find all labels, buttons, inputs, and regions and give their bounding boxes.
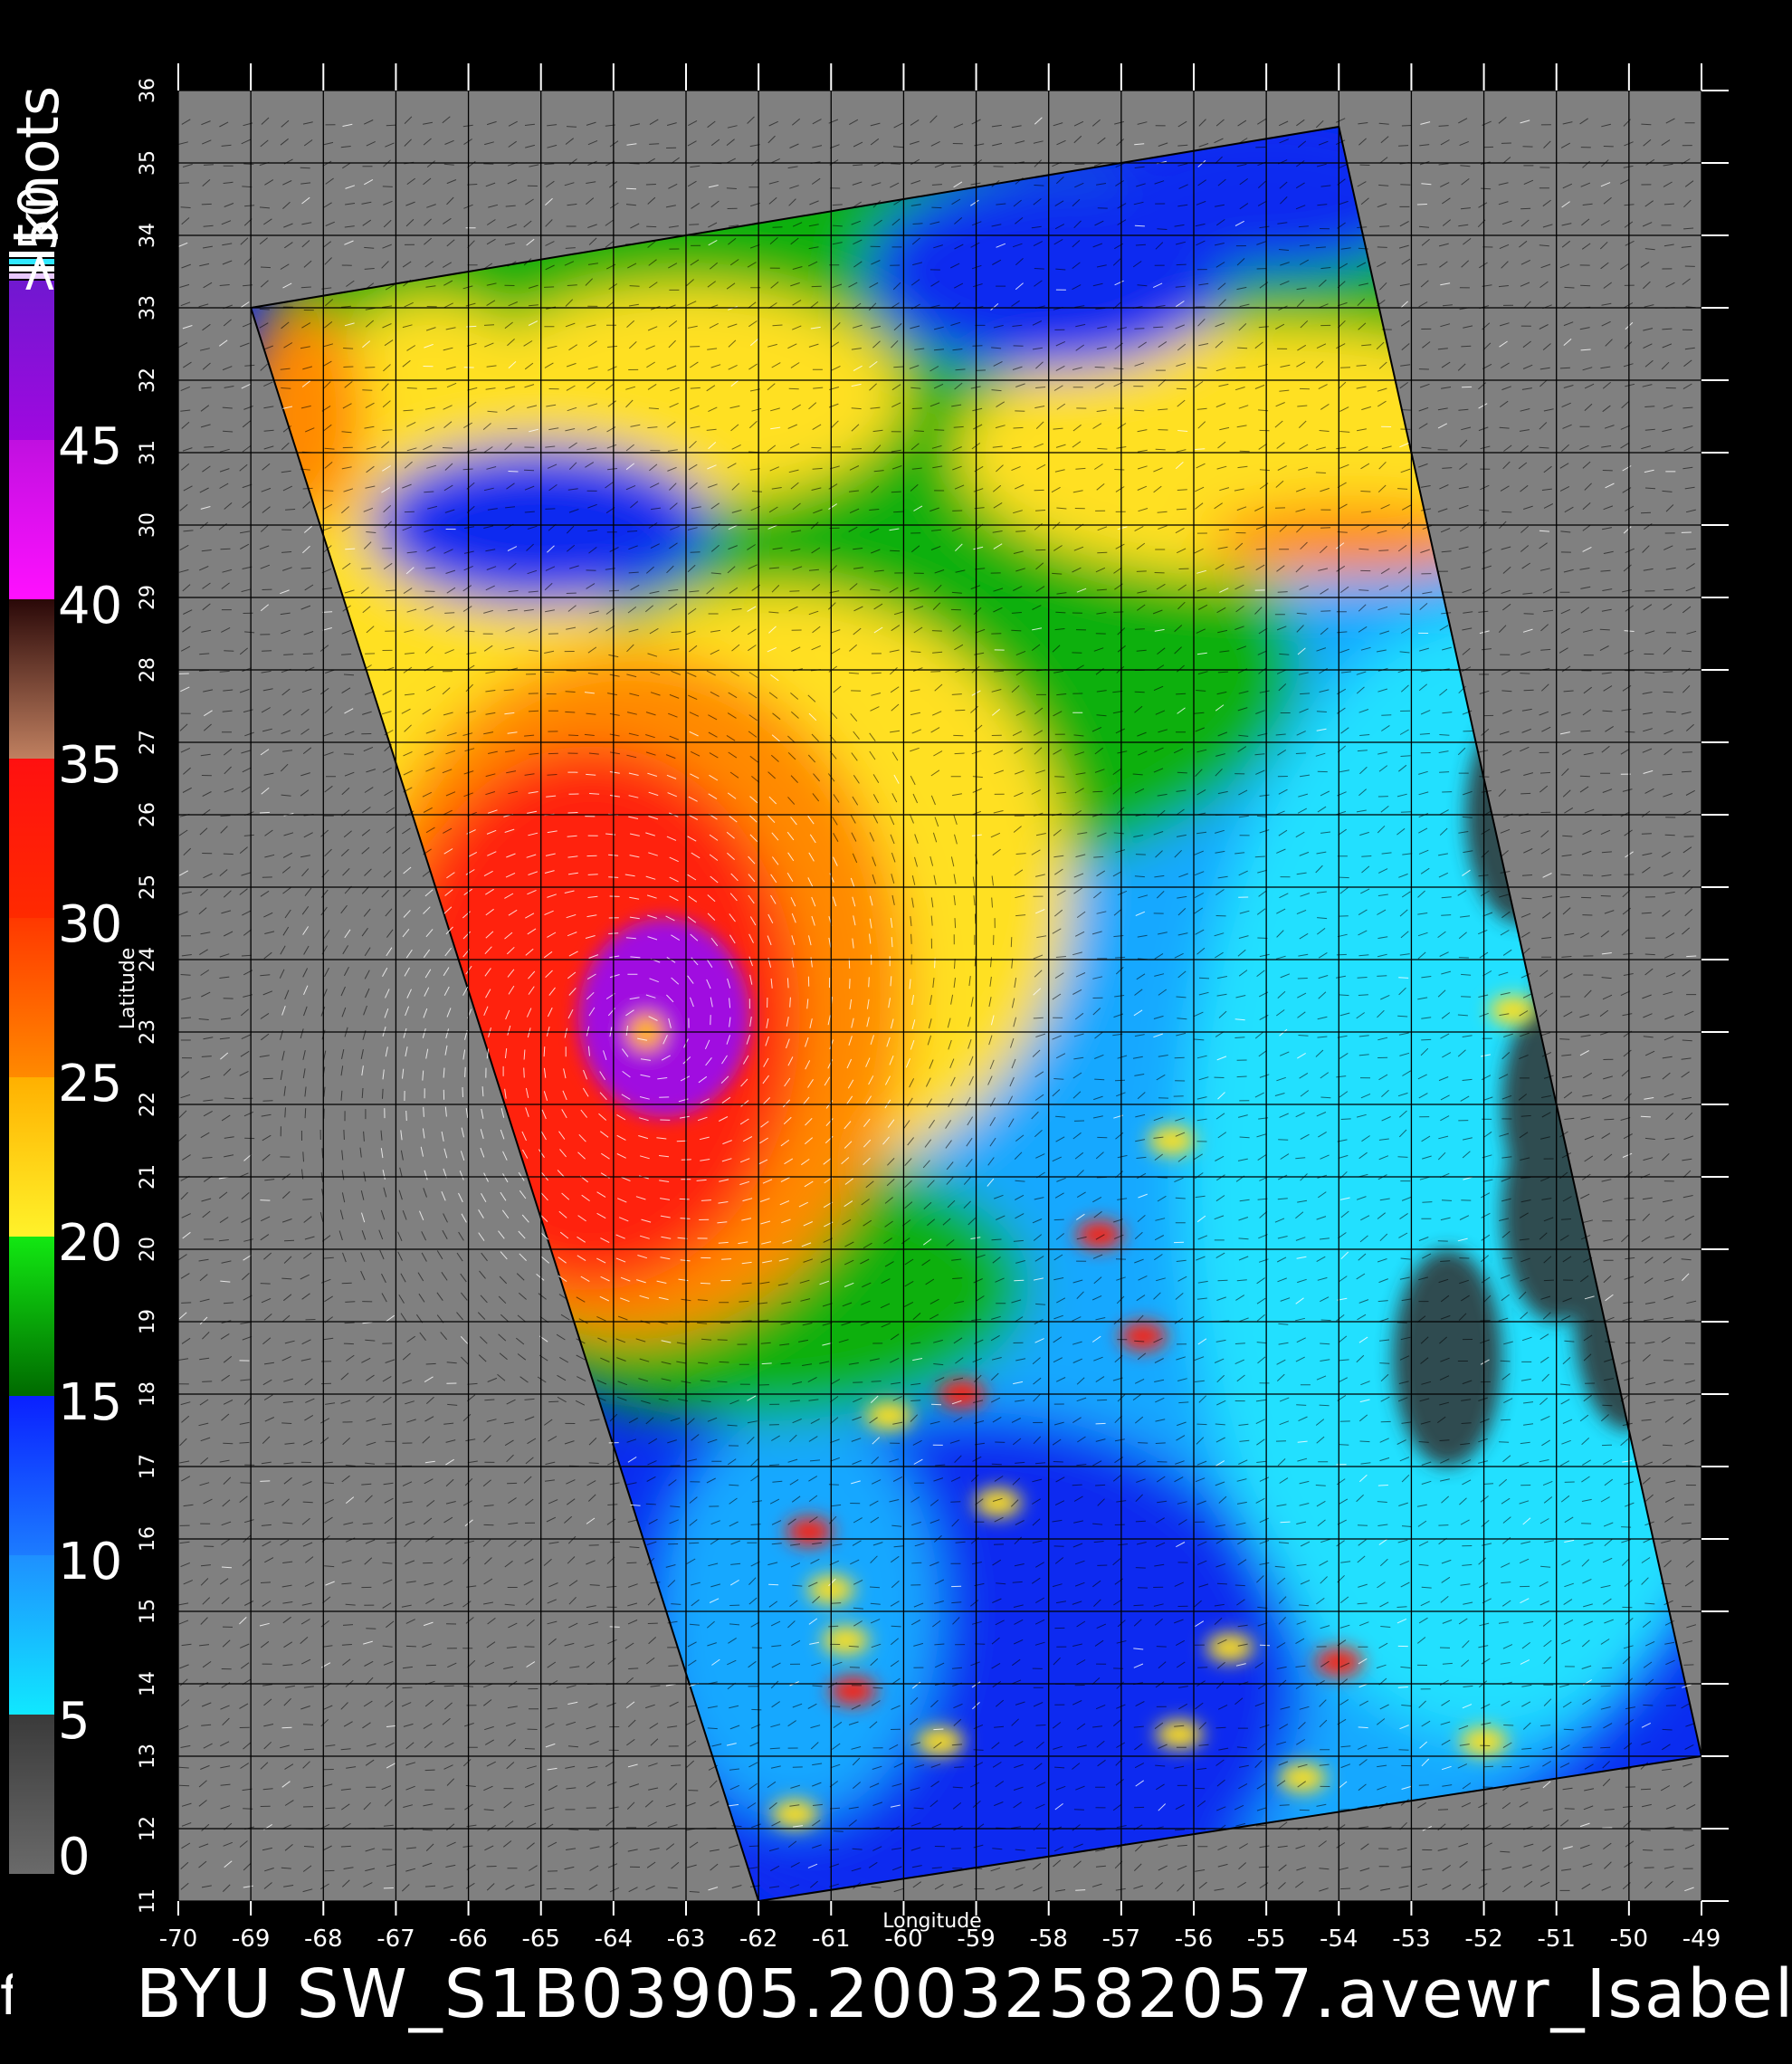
latitude-tick-label: 14 xyxy=(137,1671,159,1696)
latitude-tick-label: 33 xyxy=(137,295,159,320)
colorbar-tick-label: 45 xyxy=(58,417,122,476)
latitude-tick-label: 28 xyxy=(137,657,159,683)
colorbar-segment xyxy=(9,281,54,440)
latitude-tick-label: 36 xyxy=(137,78,159,103)
longitude-tick-label: -69 xyxy=(232,1925,270,1953)
colorbar-top-label: >50 xyxy=(7,185,69,295)
latitude-tick-label: 17 xyxy=(137,1454,159,1479)
latitude-tick-label: 30 xyxy=(137,512,159,538)
colorbar-tick-label: 35 xyxy=(58,736,122,795)
latitude-tick-labels: 11 12 13 14 15 16 17 18 19 20 21 22 23 24 25 26 27 28 29 30… xyxy=(137,78,159,1914)
latitude-tick-label: 31 xyxy=(137,440,159,465)
colorbar-tick-label: 20 xyxy=(58,1214,122,1273)
latitude-tick-label: 35 xyxy=(137,150,159,176)
colorbar-tick-labels: 0 5 10 15 20 25 30 35 40 45 xyxy=(58,417,122,1887)
latitude-tick-label: 32 xyxy=(137,368,159,393)
longitude-tick-label: -61 xyxy=(812,1925,850,1953)
longitude-tick-label: -56 xyxy=(1175,1925,1213,1953)
colorbar-tick-label: 40 xyxy=(58,577,122,635)
latitude-tick-label: 21 xyxy=(137,1164,159,1190)
longitude-tick-label: -63 xyxy=(667,1925,705,1953)
latitude-tick-label: 22 xyxy=(137,1092,159,1117)
longitude-tick-label: -53 xyxy=(1392,1925,1430,1953)
longitude-tick-label: -57 xyxy=(1102,1925,1140,1953)
longitude-tick-label: -68 xyxy=(304,1925,342,1953)
colorbar-tick-label: 25 xyxy=(58,1055,122,1113)
longitude-tick-label: -49 xyxy=(1682,1925,1721,1953)
latitude-tick-label: 15 xyxy=(137,1599,159,1624)
longitude-tick-label: -64 xyxy=(595,1925,633,1953)
latitude-tick-label: 25 xyxy=(137,874,159,900)
latitude-tick-label: 24 xyxy=(137,947,159,972)
colorbar-segment xyxy=(9,1555,54,1715)
colorbar-tick-label: 30 xyxy=(58,895,122,954)
latitude-tick-label: 26 xyxy=(137,802,159,827)
longitude-tick-label: -50 xyxy=(1610,1925,1648,1953)
longitude-tick-label: -54 xyxy=(1320,1925,1358,1953)
latitude-tick-label: 12 xyxy=(137,1816,159,1841)
wind-speed-colorbar xyxy=(9,252,54,1874)
truncated-left-text: f xyxy=(0,1964,13,2028)
colorbar-segment xyxy=(9,440,54,599)
latitude-tick-label: 20 xyxy=(137,1237,159,1262)
colorbar-segment xyxy=(9,918,54,1077)
longitude-tick-label: -62 xyxy=(739,1925,777,1953)
colorbar-segment xyxy=(9,1077,54,1237)
colorbar-tick-label: 5 xyxy=(58,1692,91,1751)
latitude-tick-label: 13 xyxy=(137,1744,159,1769)
y-axis-label: Latitude xyxy=(117,948,139,1030)
scatterometer-wind-map: knots >50 051015202530354045 -70 -69 -68 -6… xyxy=(5,63,1729,1953)
latitude-tick-label: 16 xyxy=(137,1526,159,1552)
latitude-tick-label: 34 xyxy=(137,223,159,248)
latitude-tick-label: 29 xyxy=(137,585,159,610)
longitude-tick-label: -58 xyxy=(1029,1925,1067,1953)
longitude-tick-label: -67 xyxy=(377,1925,415,1953)
colorbar-segment xyxy=(9,759,54,918)
latitude-tick-label: 23 xyxy=(137,1019,159,1045)
longitude-tick-label: -52 xyxy=(1464,1925,1502,1953)
x-axis-label: Longitude xyxy=(882,1910,981,1933)
longitude-tick-label: -51 xyxy=(1537,1925,1575,1953)
latitude-tick-label: 27 xyxy=(137,730,159,755)
latitude-tick-label: 18 xyxy=(137,1381,159,1407)
colorbar-segment xyxy=(9,1715,54,1874)
longitude-tick-label: -55 xyxy=(1247,1925,1285,1953)
longitude-tick-label: -66 xyxy=(449,1925,487,1953)
latitude-tick-label: 19 xyxy=(137,1309,159,1334)
longitude-tick-label: -65 xyxy=(521,1925,559,1953)
colorbar-segment xyxy=(9,599,54,759)
latitude-tick-label: 11 xyxy=(137,1888,159,1914)
colorbar-segment xyxy=(9,1396,54,1555)
longitude-tick-label: -70 xyxy=(159,1925,197,1953)
image-title: BYU SW_S1B03905.20032582057.avewr_Isabel… xyxy=(136,1955,1792,2033)
colorbar-segment xyxy=(9,1237,54,1396)
colorbar-tick-label: 0 xyxy=(58,1828,91,1887)
colorbar-tick-label: 10 xyxy=(58,1533,122,1591)
colorbar-tick-label: 15 xyxy=(58,1373,122,1432)
